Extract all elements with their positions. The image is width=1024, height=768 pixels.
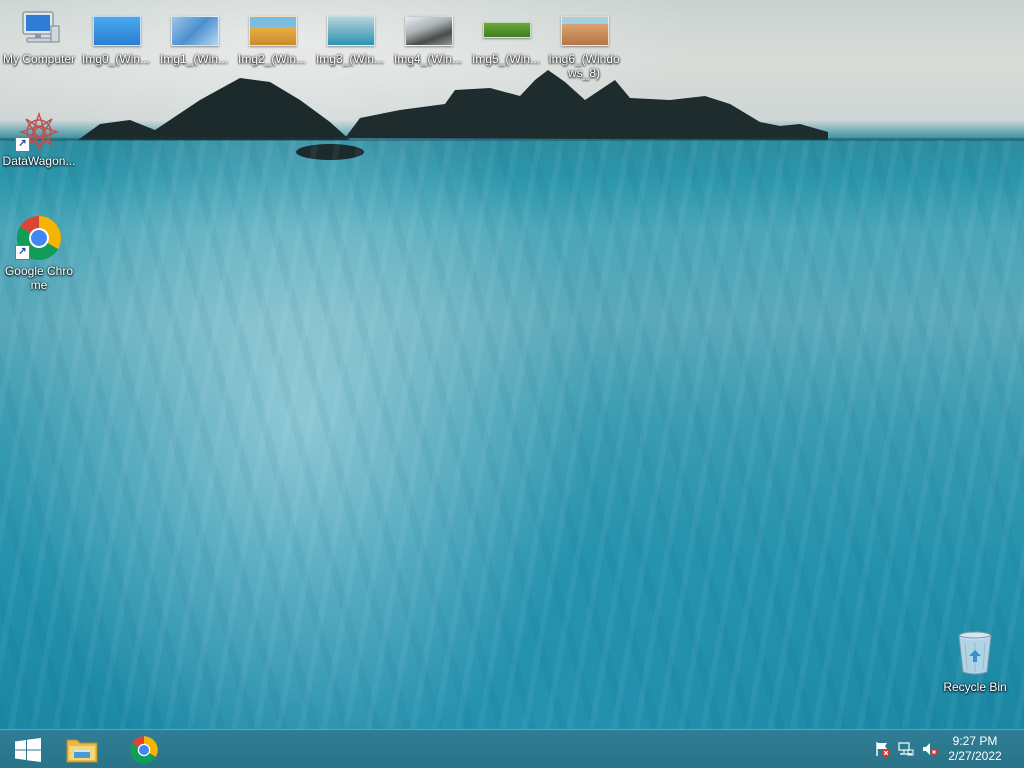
taskbar: 9:27 PM 2/27/2022 bbox=[0, 729, 1024, 768]
volume-muted-icon[interactable] bbox=[922, 741, 938, 757]
desktop-icon-img3[interactable]: Img3_(Win... bbox=[311, 8, 389, 66]
image-thumbnail-icon bbox=[92, 8, 141, 48]
taskbar-clock[interactable]: 9:27 PM 2/27/2022 bbox=[940, 734, 1010, 764]
desktop-background bbox=[0, 0, 1024, 729]
desktop-icon-label: DataWagon... bbox=[2, 154, 76, 168]
desktop-icon-recycle-bin[interactable]: Recycle Bin bbox=[936, 630, 1014, 694]
desktop-icon-label: Img6_(Windows_8) bbox=[548, 52, 620, 80]
clock-date: 2/27/2022 bbox=[948, 749, 1002, 763]
chrome-icon: ↗ bbox=[15, 214, 63, 260]
desktop-icon-label: Img0_(Win... bbox=[81, 52, 150, 66]
desktop-icon-img4[interactable]: Img4_(Win... bbox=[389, 8, 467, 66]
desktop-icon-label: Google Chrome bbox=[4, 264, 74, 292]
desktop-icon-label: My Computer bbox=[2, 52, 76, 66]
action-center-flag-icon[interactable] bbox=[874, 741, 890, 757]
image-thumbnail-icon bbox=[248, 8, 297, 48]
image-thumbnail-icon bbox=[326, 8, 375, 48]
image-thumbnail-icon bbox=[404, 8, 453, 48]
desktop-icon-label: Recycle Bin bbox=[943, 680, 1007, 694]
shortcut-arrow-icon: ↗ bbox=[15, 137, 30, 152]
image-thumbnail-icon bbox=[170, 8, 219, 48]
desktop-icon-label: Img3_(Win... bbox=[315, 52, 384, 66]
desktop-icon-label: Img2_(Win... bbox=[237, 52, 306, 66]
chrome-icon bbox=[130, 735, 158, 764]
computer-icon bbox=[15, 8, 63, 48]
taskbar-file-explorer-button[interactable] bbox=[54, 730, 110, 768]
water-streaks bbox=[0, 140, 1024, 729]
image-thumbnail-icon bbox=[560, 8, 609, 48]
desktop-icon-label: Img5_(Win... bbox=[471, 52, 540, 66]
image-thumbnail-icon bbox=[482, 8, 531, 48]
recycle-bin-icon bbox=[951, 630, 999, 676]
start-button[interactable] bbox=[0, 730, 56, 768]
shortcut-arrow-icon: ↗ bbox=[15, 245, 30, 260]
network-icon[interactable] bbox=[898, 741, 914, 757]
desktop-icon-my-computer[interactable]: My Computer bbox=[0, 8, 78, 66]
desktop-icon-datawagon[interactable]: ↗ DataWagon... bbox=[0, 110, 78, 168]
desktop-icon-label: Img1_(Win... bbox=[159, 52, 228, 66]
desktop-icon-img5[interactable]: Img5_(Win... bbox=[467, 8, 545, 66]
desktop-icon-img1[interactable]: Img1_(Win... bbox=[155, 8, 233, 66]
folder-icon bbox=[66, 739, 98, 762]
desktop-icon-label: Img4_(Win... bbox=[393, 52, 462, 66]
datawagon-icon: ↗ bbox=[15, 110, 63, 153]
clock-time: 9:27 PM bbox=[952, 734, 998, 748]
desktop-icon-img0[interactable]: Img0_(Win... bbox=[77, 8, 155, 66]
desktop-icon-img6[interactable]: Img6_(Windows_8) bbox=[545, 8, 623, 80]
desktop-icon-google-chrome[interactable]: ↗ Google Chrome bbox=[0, 214, 78, 292]
windows-logo-icon bbox=[15, 737, 41, 762]
desktop-icon-img2[interactable]: Img2_(Win... bbox=[233, 8, 311, 66]
taskbar-chrome-button[interactable] bbox=[116, 730, 172, 768]
